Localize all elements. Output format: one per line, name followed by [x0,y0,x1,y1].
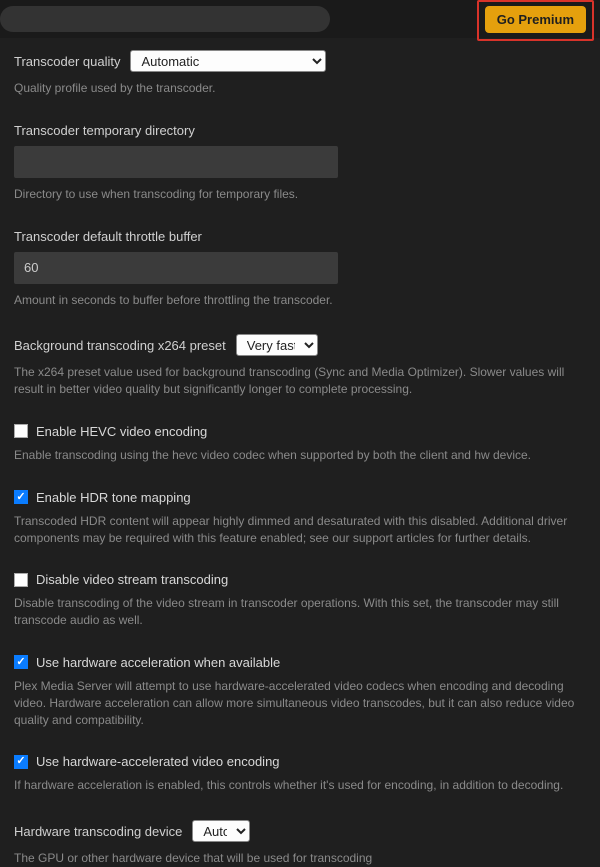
hevc-help: Enable transcoding using the hevc video … [14,447,586,464]
topbar: Go Premium [0,0,600,38]
disable-video-help: Disable transcoding of the video stream … [14,595,586,629]
hw-encode-label: Use hardware-accelerated video encoding [36,754,280,769]
disable-video-label: Disable video stream transcoding [36,572,228,587]
go-premium-highlight: Go Premium [477,0,594,41]
hw-device-block: Hardware transcoding device Auto The GPU… [14,820,586,867]
transcoder-quality-help: Quality profile used by the transcoder. [14,80,586,97]
go-premium-button[interactable]: Go Premium [485,6,586,33]
hw-encode-checkbox[interactable] [14,755,28,769]
hw-device-select[interactable]: Auto [192,820,250,842]
x264-label: Background transcoding x264 preset [14,338,226,353]
x264-help: The x264 preset value used for backgroun… [14,364,586,398]
hw-device-label: Hardware transcoding device [14,824,182,839]
hw-encode-block: Use hardware-accelerated video encoding … [14,754,586,794]
hw-encode-help: If hardware acceleration is enabled, thi… [14,777,586,794]
x264-block: Background transcoding x264 preset Very … [14,334,586,398]
settings-panel: Transcoder quality Automatic Quality pro… [0,38,600,867]
x264-select[interactable]: Very fast [236,334,318,356]
tempdir-label: Transcoder temporary directory [14,123,586,138]
hw-device-help: The GPU or other hardware device that wi… [14,850,586,867]
hw-accel-label: Use hardware acceleration when available [36,655,280,670]
hw-accel-help: Plex Media Server will attempt to use ha… [14,678,586,728]
hw-accel-checkbox[interactable] [14,655,28,669]
transcoder-quality-select[interactable]: Automatic [130,50,326,72]
transcoder-quality-label: Transcoder quality [14,54,120,69]
hdr-label: Enable HDR tone mapping [36,490,191,505]
search-input[interactable] [0,6,330,32]
throttle-label: Transcoder default throttle buffer [14,229,586,244]
tempdir-help: Directory to use when transcoding for te… [14,186,586,203]
tempdir-block: Transcoder temporary directory Directory… [14,123,586,203]
hdr-block: Enable HDR tone mapping Transcoded HDR c… [14,490,586,547]
tempdir-input[interactable] [14,146,338,178]
disable-video-block: Disable video stream transcoding Disable… [14,572,586,629]
throttle-help: Amount in seconds to buffer before throt… [14,292,586,309]
hevc-label: Enable HEVC video encoding [36,424,207,439]
throttle-block: Transcoder default throttle buffer Amoun… [14,229,586,309]
hdr-help: Transcoded HDR content will appear highl… [14,513,586,547]
throttle-input[interactable] [14,252,338,284]
transcoder-quality-row: Transcoder quality Automatic [14,50,586,72]
hevc-block: Enable HEVC video encoding Enable transc… [14,424,586,464]
hevc-checkbox[interactable] [14,424,28,438]
disable-video-checkbox[interactable] [14,573,28,587]
hdr-checkbox[interactable] [14,490,28,504]
hw-accel-block: Use hardware acceleration when available… [14,655,586,728]
